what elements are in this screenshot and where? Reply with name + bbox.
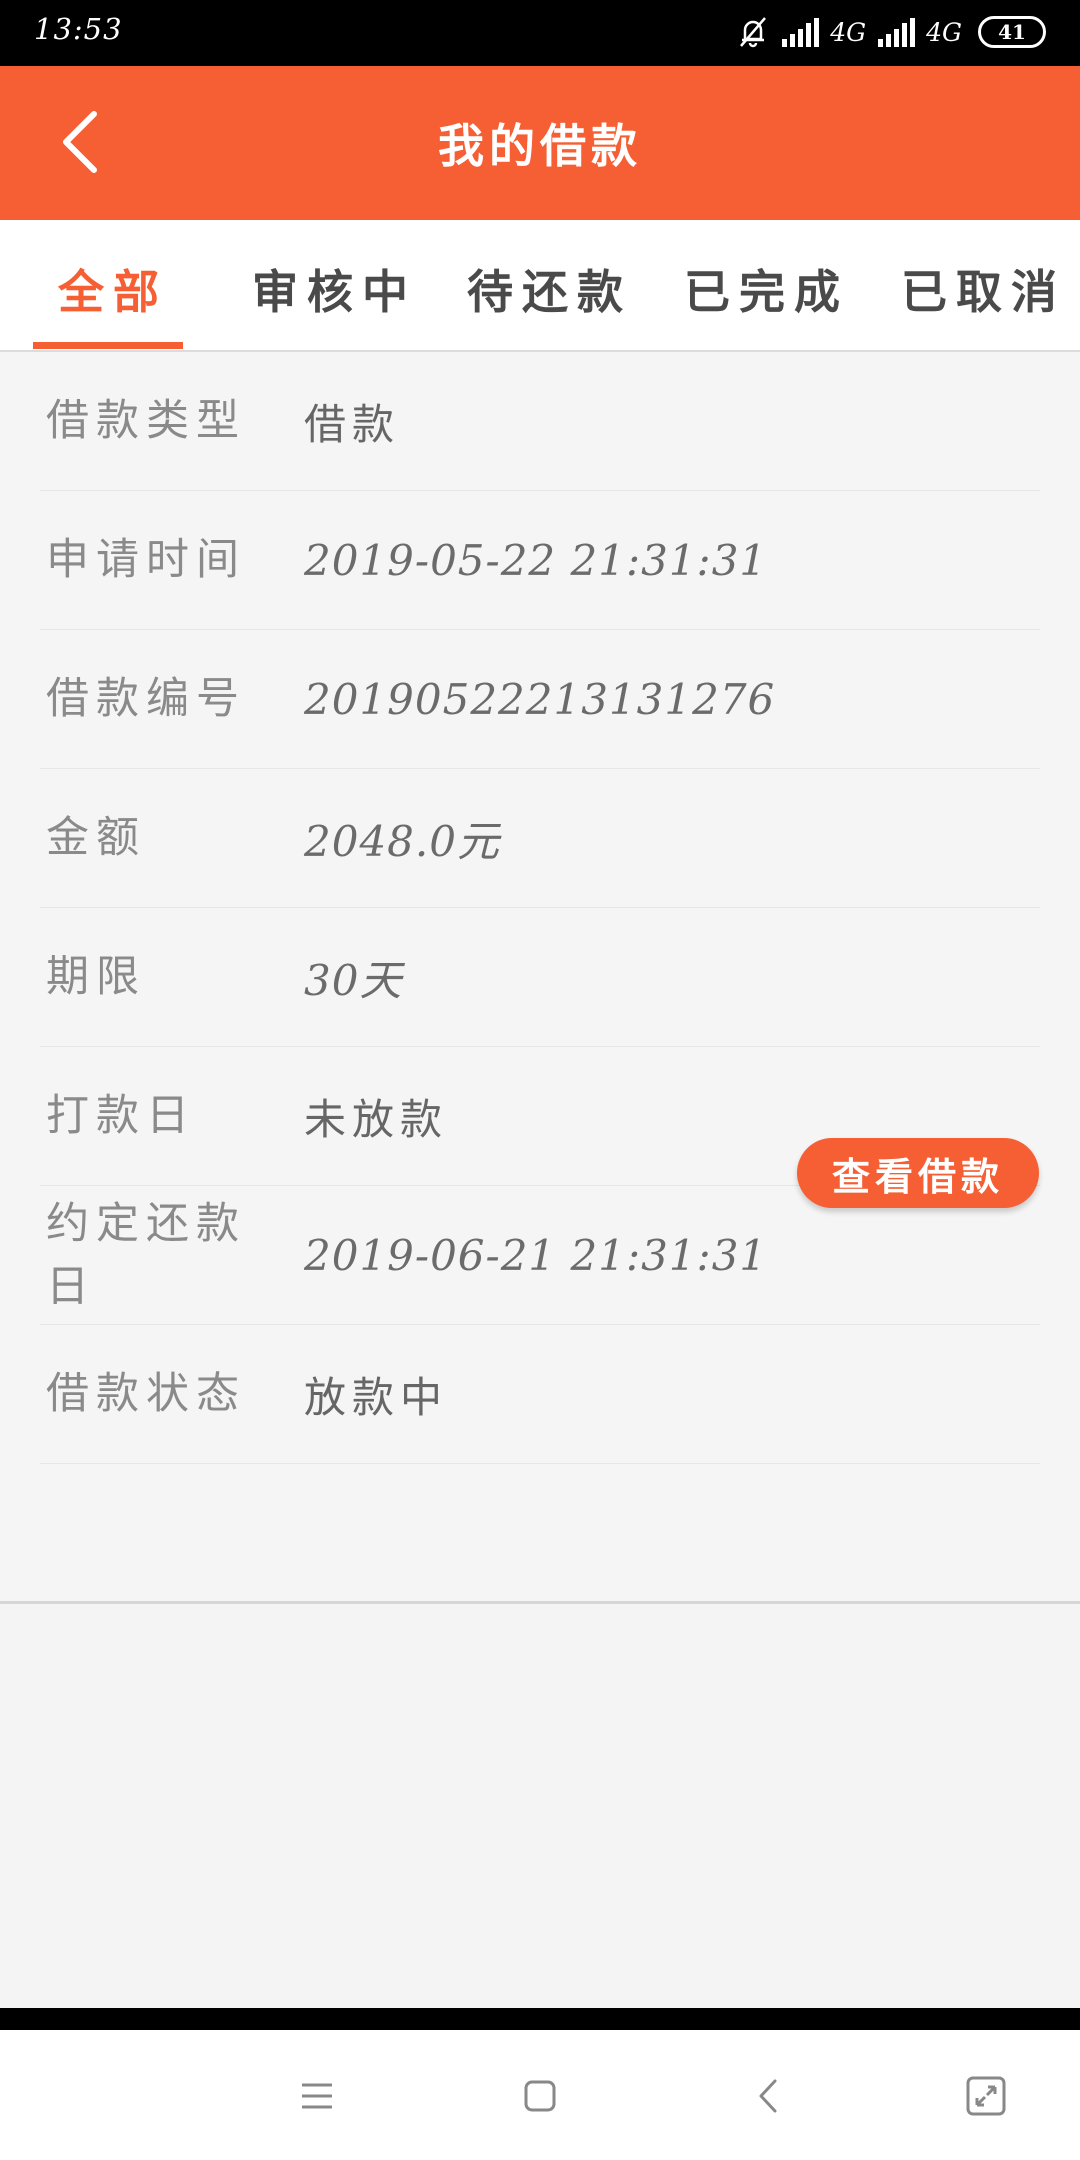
back-nav-button[interactable] <box>740 2070 796 2126</box>
row-label: 约定还款日 <box>46 1199 246 1312</box>
row-loan-type: 借款类型 借款 <box>40 352 1040 491</box>
row-label: 申请时间 <box>46 535 246 586</box>
view-loan-button[interactable]: 查看借款 <box>797 1138 1039 1208</box>
tab-under-review[interactable]: 审核中 <box>252 256 417 322</box>
menu-button[interactable] <box>289 2070 345 2126</box>
signal-icon <box>780 17 820 47</box>
row-amount: 金额 2048.0元 <box>40 769 1040 908</box>
signal-icon-2 <box>876 17 916 47</box>
row-value: 借款 <box>304 400 401 449</box>
active-tab-indicator <box>33 342 183 349</box>
tab-pending-repayment[interactable]: 待还款 <box>467 256 632 322</box>
tab-all[interactable]: 全部 <box>58 256 168 322</box>
status-icons: 4G 4G 41 <box>736 12 1046 52</box>
network-type-2: 4G <box>926 17 962 47</box>
status-time: 13:53 <box>34 12 123 46</box>
row-label: 期限 <box>46 952 146 1003</box>
expand-icon <box>965 2075 1007 2121</box>
battery-icon: 41 <box>978 16 1046 48</box>
home-button[interactable] <box>512 2070 568 2126</box>
row-value: 放款中 <box>304 1373 449 1422</box>
row-label: 金额 <box>46 813 146 864</box>
row-value: 20190522213131276 <box>304 675 776 724</box>
tab-completed[interactable]: 已完成 <box>684 256 849 322</box>
square-home-icon <box>523 2079 557 2117</box>
row-value: 2019-06-21 21:31:31 <box>304 1231 768 1280</box>
network-type-1: 4G <box>830 17 867 47</box>
loan-card: 借款类型 借款 申请时间 2019-05-22 21:31:31 借款编号 20… <box>0 352 1080 1604</box>
app-bar: 我的借款 <box>0 66 1080 220</box>
row-loan-number: 借款编号 20190522213131276 <box>40 630 1040 769</box>
screenshot-button[interactable] <box>958 2070 1014 2126</box>
row-label: 打款日 <box>46 1091 196 1142</box>
page-title: 我的借款 <box>438 119 642 173</box>
row-label: 借款状态 <box>46 1369 246 1420</box>
row-apply-time: 申请时间 2019-05-22 21:31:31 <box>40 491 1040 630</box>
row-value: 30天 <box>304 956 403 1005</box>
row-value: 未放款 <box>304 1095 449 1144</box>
row-value: 2048.0元 <box>304 817 500 866</box>
menu-icon <box>300 2081 334 2115</box>
status-bar: 13:53 4G 4G 41 <box>0 0 1080 66</box>
mute-bell-icon <box>736 15 770 49</box>
row-value: 2019-05-22 21:31:31 <box>304 536 768 585</box>
row-label: 借款编号 <box>46 674 246 725</box>
system-nav-bar <box>0 2030 1080 2160</box>
row-label: 借款类型 <box>46 396 246 447</box>
bottom-divider <box>0 2008 1080 2030</box>
row-loan-status: 借款状态 放款中 <box>40 1325 1040 1464</box>
tab-bar: 全部 审核中 待还款 已完成 已取消 <box>0 220 1080 352</box>
chevron-left-icon <box>757 2078 779 2118</box>
tab-cancelled[interactable]: 已取消 <box>901 256 1066 322</box>
row-term: 期限 30天 <box>40 908 1040 1047</box>
